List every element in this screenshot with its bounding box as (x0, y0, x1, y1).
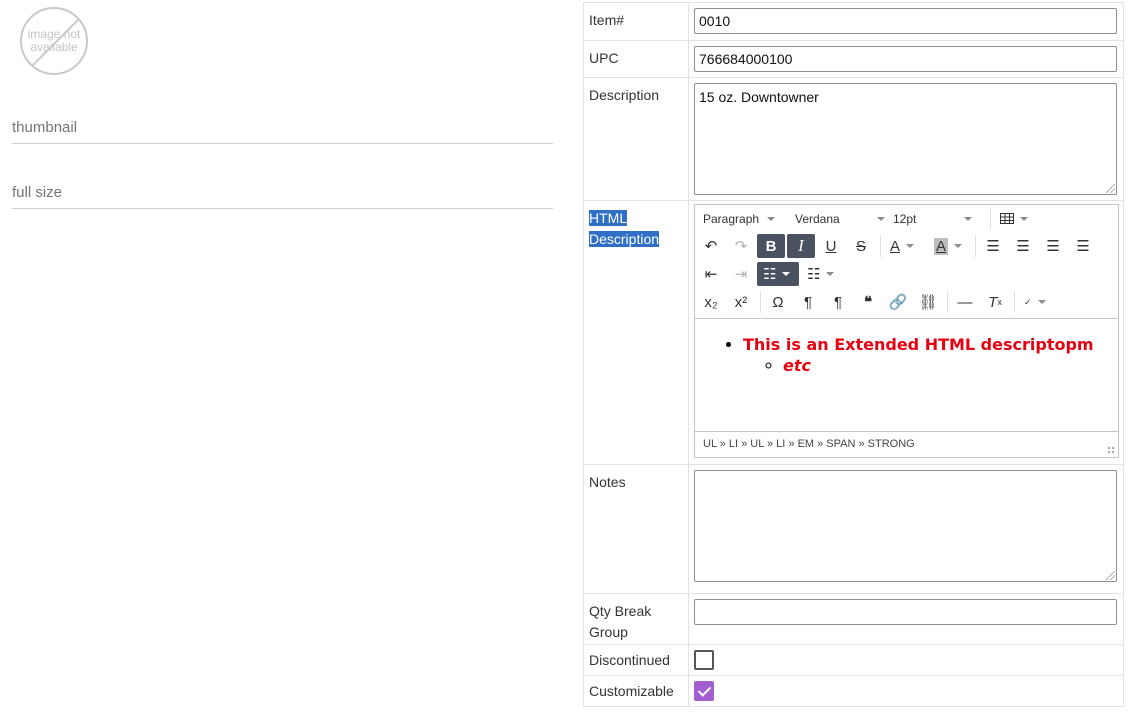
table-icon (1000, 213, 1014, 224)
resize-handle-icon[interactable] (1106, 184, 1115, 193)
bullet-list-button[interactable]: ☷ (757, 262, 799, 286)
subscript-button[interactable]: x₂ (697, 290, 725, 314)
strikethrough-icon: S (855, 237, 866, 255)
table-button[interactable] (994, 207, 1036, 231)
resize-handle-icon[interactable] (1107, 446, 1115, 454)
align-right-button[interactable]: ☰ (1039, 234, 1067, 258)
horizontal-rule-icon: — (957, 293, 973, 311)
notes-label: Notes (583, 464, 689, 594)
background-color-button[interactable]: A (928, 234, 970, 258)
numbered-list-icon: ☷ (807, 266, 821, 283)
align-left-button[interactable]: ☰ (979, 234, 1007, 258)
image-panel: image not available thumbnail full size (0, 0, 560, 718)
bold-icon: B (765, 237, 777, 255)
undo-button[interactable]: ↶ (697, 234, 725, 258)
editor-toolbar-row-3: ⇤ ⇥ ☷ ☷ (695, 260, 1118, 288)
resize-handle-icon[interactable] (1106, 571, 1115, 580)
editor-content[interactable]: This is an Extended HTML descriptopm etc (695, 318, 1118, 431)
redo-icon: ↷ (734, 238, 748, 255)
customizable-label: Customizable (583, 675, 689, 707)
link-button[interactable]: 🔗 (884, 290, 912, 314)
font-size-select[interactable]: 12pt (887, 206, 987, 232)
clear-formatting-icon: T (988, 293, 998, 311)
discontinued-label: Discontinued (583, 644, 689, 676)
discontinued-checkbox[interactable] (694, 650, 714, 670)
horizontal-rule-button[interactable]: — (951, 290, 979, 314)
text-color-icon: A (890, 237, 901, 255)
element-path: UL » LI » UL » LI » EM » SPAN » STRONG (695, 431, 1118, 457)
superscript-icon: x² (734, 293, 748, 311)
indent-icon: ⇥ (734, 266, 748, 283)
rich-text-editor[interactable]: Paragraph Verdana 12pt ↶ ↷ B I U S A A ☰… (694, 204, 1119, 458)
align-center-icon: ☰ (1016, 238, 1030, 255)
description-text: 15 oz. Downtowner (699, 89, 819, 105)
qty-break-group-label: Qty Break Group (583, 593, 689, 645)
special-character-button[interactable]: Ω (764, 290, 792, 314)
align-justify-icon: ☰ (1076, 238, 1090, 255)
editor-toolbar-row-1: Paragraph Verdana 12pt (695, 205, 1118, 232)
html-description-label: HTML Description (583, 200, 689, 465)
item-number-input[interactable]: 0010 (694, 8, 1117, 34)
underline-button[interactable]: U (817, 234, 845, 258)
subscript-icon: x₂ (704, 293, 718, 311)
font-family-select[interactable]: Verdana (789, 206, 887, 232)
paragraph-rtl-button[interactable]: ¶ (824, 290, 852, 314)
link-icon: 🔗 (888, 294, 908, 311)
upc-input[interactable]: 766684000100 (694, 46, 1117, 72)
full-size-field[interactable]: full size (12, 184, 553, 209)
bullet-list-icon: ☷ (763, 266, 777, 283)
qty-break-group-input[interactable] (694, 599, 1117, 625)
align-right-icon: ☰ (1046, 238, 1060, 255)
bullet-list: This is an Extended HTML descriptopm etc (695, 334, 1118, 376)
text-color-button[interactable]: A (884, 234, 926, 258)
format-select[interactable]: Paragraph (697, 206, 789, 232)
chevron-down-icon (964, 216, 973, 221)
nested-bullet-list: etc (743, 355, 1118, 376)
customizable-checkbox[interactable] (694, 681, 714, 701)
item-form: Item# 0010 UPC 766684000100 Description … (583, 2, 1124, 707)
paragraph-ltr-button[interactable]: ¶ (794, 290, 822, 314)
superscript-button[interactable]: x² (727, 290, 755, 314)
list-item: This is an Extended HTML descriptopm etc (743, 334, 1118, 376)
pilcrow-icon: ¶ (803, 293, 813, 311)
bold-button[interactable]: B (757, 234, 785, 258)
spellcheck-button[interactable]: ✓ (1018, 290, 1060, 314)
underline-icon: U (825, 237, 837, 255)
notes-textarea[interactable] (694, 470, 1117, 582)
editor-toolbar-row-2: ↶ ↷ B I U S A A ☰ ☰ ☰ ☰ (695, 232, 1118, 260)
unlink-button[interactable]: ⛓ (914, 290, 942, 314)
description-label: Description (583, 77, 689, 201)
unlink-icon: ⛓ (918, 294, 938, 311)
outdent-button[interactable]: ⇤ (697, 262, 725, 286)
chevron-down-icon (876, 216, 885, 221)
align-left-icon: ☰ (986, 238, 1000, 255)
outdent-icon: ⇤ (704, 266, 718, 283)
align-center-button[interactable]: ☰ (1009, 234, 1037, 258)
list-item: etc (783, 355, 1118, 376)
redo-button[interactable]: ↷ (727, 234, 755, 258)
quote-icon: ❝ (863, 294, 873, 311)
chevron-down-icon (767, 216, 776, 221)
align-justify-button[interactable]: ☰ (1069, 234, 1097, 258)
omega-icon: Ω (772, 293, 784, 311)
background-color-icon: A (934, 237, 949, 255)
spellcheck-icon: ✓ (1024, 296, 1032, 307)
italic-button[interactable]: I (787, 234, 815, 258)
italic-icon: I (798, 236, 804, 255)
item-number-label: Item# (583, 2, 689, 41)
description-textarea[interactable]: 15 oz. Downtowner (694, 83, 1117, 195)
upc-label: UPC (583, 40, 689, 78)
thumbnail-field[interactable]: thumbnail (12, 119, 553, 144)
editor-toolbar-row-4: x₂ x² Ω ¶ ¶ ❝ 🔗 ⛓ — Tx ✓ (695, 288, 1118, 316)
strikethrough-button[interactable]: S (847, 234, 875, 258)
image-not-available-icon: image not available (20, 7, 88, 75)
numbered-list-button[interactable]: ☷ (801, 262, 843, 286)
blockquote-button[interactable]: ❝ (854, 290, 882, 314)
indent-button[interactable]: ⇥ (727, 262, 755, 286)
clear-formatting-button[interactable]: Tx (981, 290, 1009, 314)
pilcrow-icon: ¶ (833, 293, 843, 311)
undo-icon: ↶ (704, 238, 718, 255)
